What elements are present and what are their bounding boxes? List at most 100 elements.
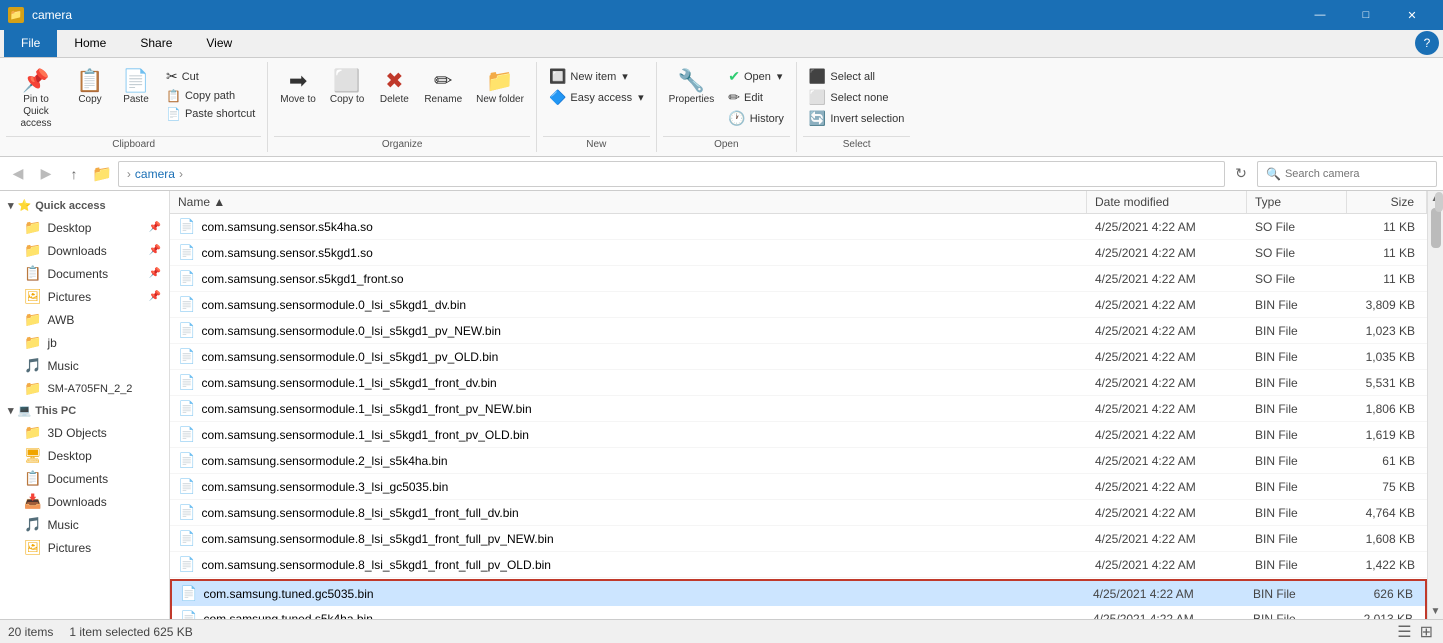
new-item-arrow: ▾ [622, 70, 628, 83]
file-date: 4/25/2021 4:22 AM [1087, 556, 1247, 574]
table-row[interactable]: 📄 com.samsung.sensormodule.8_lsi_s5kgd1_… [170, 500, 1427, 526]
file-size: 1,035 KB [1347, 348, 1427, 366]
minimize-button[interactable]: — [1297, 0, 1343, 30]
sidebar-section-quick-access[interactable]: ▾ ⭐ Quick access [0, 195, 169, 216]
file-size: 4,764 KB [1347, 504, 1427, 522]
file-name: com.samsung.sensormodule.8_lsi_s5kgd1_fr… [201, 558, 551, 572]
awb-icon: 📁 [24, 311, 41, 328]
open-small-buttons: ✔ Open ▾ ✏ Edit 🕐 History [722, 66, 790, 129]
table-row[interactable]: 📄 com.samsung.sensormodule.1_lsi_s5kgd1_… [170, 422, 1427, 448]
file-name: com.samsung.tuned.s5k4ha.bin [203, 612, 372, 620]
table-row[interactable]: 📄 com.samsung.sensormodule.1_lsi_s5kgd1_… [170, 396, 1427, 422]
select-all-button[interactable]: ⬛ Select all [803, 66, 910, 87]
refresh-button[interactable]: ↻ [1229, 162, 1253, 186]
sidebar-item-documents[interactable]: 📋 Documents 📌 [0, 262, 169, 285]
edit-button[interactable]: ✏ Edit [722, 87, 790, 108]
table-row[interactable]: 📄 com.samsung.sensormodule.1_lsi_s5kgd1_… [170, 370, 1427, 396]
sidebar-item-sm[interactable]: 📁 SM-A705FN_2_2 [0, 377, 169, 400]
table-row[interactable]: 📄 com.samsung.sensormodule.2_lsi_s5k4ha.… [170, 448, 1427, 474]
table-row[interactable]: 📄 com.samsung.tuned.gc5035.bin 4/25/2021… [170, 579, 1427, 606]
help-button[interactable]: ? [1415, 31, 1439, 55]
invert-selection-button[interactable]: 🔄 Invert selection [803, 108, 910, 129]
table-row[interactable]: 📄 com.samsung.sensormodule.3_lsi_gc5035.… [170, 474, 1427, 500]
header-size[interactable]: Size [1347, 191, 1427, 213]
scrollbar-right[interactable]: ▲ ▼ [1427, 191, 1443, 619]
copy-path-button[interactable]: 📋 Copy path [160, 87, 261, 105]
sidebar-item-pictures-pc[interactable]: 🖼 Pictures [0, 536, 169, 559]
table-row[interactable]: 📄 com.samsung.sensor.s5kgd1.so 4/25/2021… [170, 240, 1427, 266]
copy-to-button[interactable]: ⬜ Copy to [324, 66, 370, 109]
pin-to-quick-access-button[interactable]: 📌 Pin to Quick access [6, 66, 66, 134]
properties-button[interactable]: 🔧 Properties [663, 66, 721, 109]
documents-icon: 📋 [24, 265, 41, 282]
sidebar-item-desktop[interactable]: 📁 Desktop 📌 [0, 216, 169, 239]
header-type[interactable]: Type [1247, 191, 1347, 213]
jb-icon: 📁 [24, 334, 41, 351]
file-name-col: 📄 com.samsung.sensormodule.0_lsi_s5kgd1_… [170, 320, 1087, 341]
scroll-down-arrow[interactable]: ▼ [1431, 606, 1441, 617]
copy-button[interactable]: 📋 Copy [68, 66, 112, 109]
easy-access-button[interactable]: 🔷 Easy access ▾ [543, 87, 650, 108]
table-row[interactable]: 📄 com.samsung.sensormodule.8_lsi_s5kgd1_… [170, 526, 1427, 552]
open-button[interactable]: ✔ Open ▾ [722, 66, 790, 87]
address-path[interactable]: › camera › [118, 161, 1225, 187]
search-input[interactable] [1285, 168, 1428, 180]
header-date[interactable]: Date modified [1087, 191, 1247, 213]
paste-shortcut-button[interactable]: 📄 Paste shortcut [160, 105, 261, 123]
documents-pc-icon: 📋 [24, 470, 41, 487]
file-name-col: 📄 com.samsung.sensormodule.0_lsi_s5kgd1_… [170, 294, 1087, 315]
tab-file[interactable]: File [4, 29, 57, 57]
sidebar-item-desktop-pc[interactable]: 🖥 Desktop [0, 444, 169, 467]
select-none-button[interactable]: ⬜ Select none [803, 87, 910, 108]
tab-home[interactable]: Home [57, 29, 123, 57]
new-content: 🔲 New item ▾ 🔷 Easy access ▾ [543, 62, 650, 134]
move-to-button[interactable]: ➡ Move to [274, 66, 322, 109]
sidebar-section-this-pc[interactable]: ▾ 💻 This PC [0, 400, 169, 421]
file-size: 11 KB [1347, 270, 1427, 288]
forward-button[interactable]: ▶ [34, 162, 58, 186]
sidebar-item-downloads[interactable]: 📁 Downloads 📌 [0, 239, 169, 262]
scroll-handle[interactable] [1431, 208, 1441, 248]
sidebar-item-music[interactable]: 🎵 Music [0, 354, 169, 377]
back-button[interactable]: ◀ [6, 162, 30, 186]
header-name[interactable]: Name ▲ [170, 191, 1087, 213]
table-row[interactable]: 📄 com.samsung.sensormodule.8_lsi_s5kgd1_… [170, 552, 1427, 578]
file-type-icon: 📄 [178, 296, 195, 313]
open-icon: ✔ [728, 68, 740, 85]
new-folder-button[interactable]: 📁 New folder [470, 66, 530, 109]
table-row[interactable]: 📄 com.samsung.sensormodule.0_lsi_s5kgd1_… [170, 292, 1427, 318]
file-name: com.samsung.sensormodule.8_lsi_s5kgd1_fr… [201, 532, 553, 546]
sidebar-item-pictures[interactable]: 🖼 Pictures 📌 [0, 285, 169, 308]
cut-button[interactable]: ✂ Cut [160, 66, 261, 87]
sidebar-item-3d-objects[interactable]: 📁 3D Objects [0, 421, 169, 444]
delete-button[interactable]: ✖ Delete [372, 66, 416, 109]
new-item-button[interactable]: 🔲 New item ▾ [543, 66, 650, 87]
file-date: 4/25/2021 4:22 AM [1087, 296, 1247, 314]
tab-share[interactable]: Share [123, 29, 189, 57]
sidebar-item-music-pc[interactable]: 🎵 Music [0, 513, 169, 536]
pictures-icon: 🖼 [24, 288, 42, 305]
table-row[interactable]: 📄 com.samsung.sensormodule.0_lsi_s5kgd1_… [170, 344, 1427, 370]
table-row[interactable]: 📄 com.samsung.sensor.s5kgd1_front.so 4/2… [170, 266, 1427, 292]
file-name-col: 📄 com.samsung.sensor.s5kgd1_front.so [170, 268, 1087, 289]
table-row[interactable]: 📄 com.samsung.tuned.s5k4ha.bin 4/25/2021… [170, 606, 1427, 619]
up-button[interactable]: ↑ [62, 162, 86, 186]
table-row[interactable]: 📄 com.samsung.sensor.s5k4ha.so 4/25/2021… [170, 214, 1427, 240]
paste-button[interactable]: 📄 Paste [114, 66, 158, 109]
history-button[interactable]: 🕐 History [722, 108, 790, 129]
sidebar-item-jb[interactable]: 📁 jb [0, 331, 169, 354]
tab-view[interactable]: View [189, 29, 249, 57]
sidebar-item-awb[interactable]: 📁 AWB [0, 308, 169, 331]
file-date: 4/25/2021 4:22 AM [1087, 426, 1247, 444]
maximize-button[interactable]: □ [1343, 0, 1389, 30]
table-row[interactable]: 📄 com.samsung.sensormodule.0_lsi_s5kgd1_… [170, 318, 1427, 344]
sidebar-item-downloads-pc[interactable]: 📥 Downloads [0, 490, 169, 513]
sidebar-item-documents-pc[interactable]: 📋 Documents [0, 467, 169, 490]
paste-shortcut-icon: 📄 [166, 107, 181, 121]
file-date: 4/25/2021 4:22 AM [1085, 585, 1245, 603]
rename-button[interactable]: ✏ Rename [418, 66, 468, 109]
close-button[interactable]: ✕ [1389, 0, 1435, 30]
file-name-col: 📄 com.samsung.sensormodule.1_lsi_s5kgd1_… [170, 424, 1087, 445]
file-date: 4/25/2021 4:22 AM [1087, 218, 1247, 236]
address-path-item[interactable]: camera [135, 167, 175, 181]
